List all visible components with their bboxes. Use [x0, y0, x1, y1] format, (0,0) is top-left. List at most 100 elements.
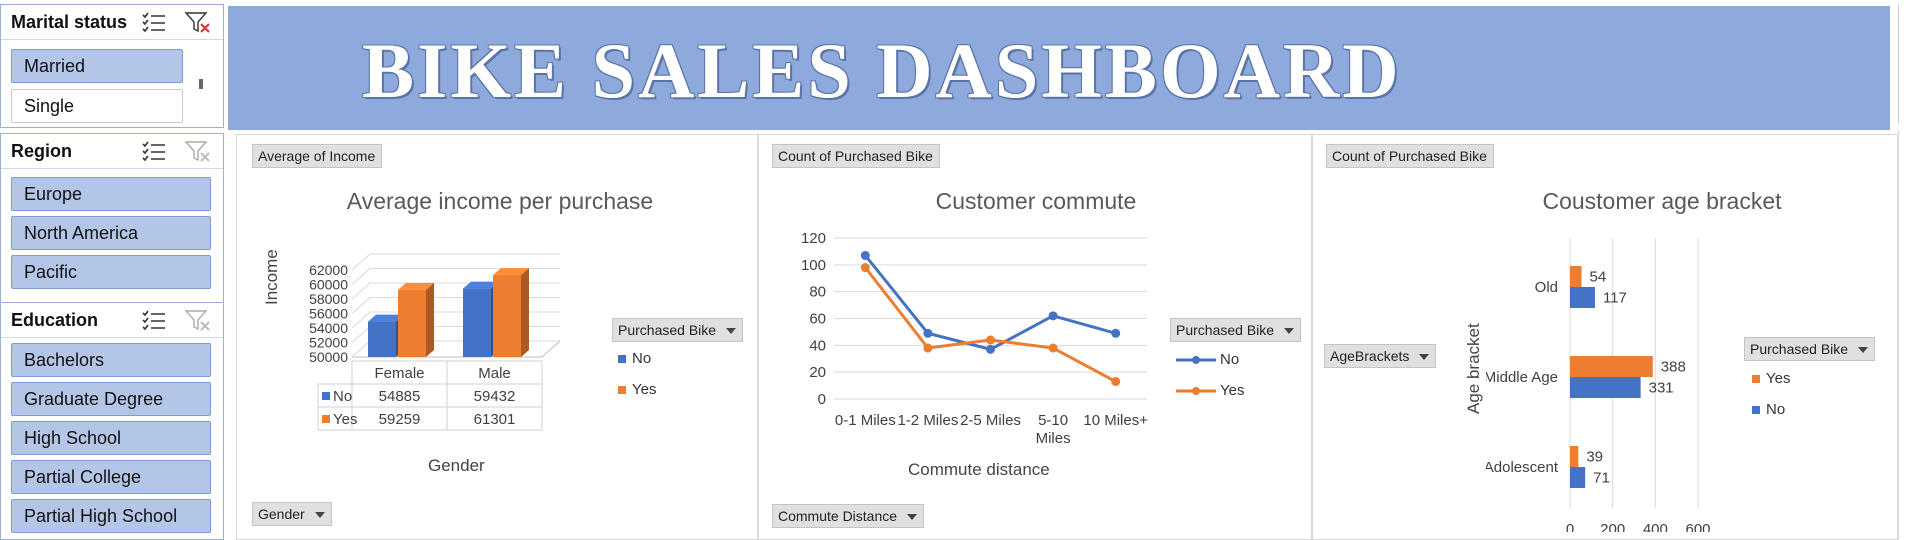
series-line-no — [864, 254, 1117, 351]
slicer-item-high-school[interactable]: High School — [11, 421, 211, 455]
right-scrollbar[interactable] — [1898, 4, 1909, 124]
gridline — [351, 297, 371, 314]
data-point-no — [860, 250, 870, 260]
y-tick-label: 56000 — [309, 306, 348, 322]
bar-side — [426, 282, 434, 357]
field-button-count-purchased[interactable]: Count of Purchased Bike — [772, 144, 940, 168]
y-tick-label: 60 — [809, 311, 826, 328]
dropdown-arrow-icon — [1419, 354, 1430, 361]
slicer-region: Region Europe North America Pacific — [0, 133, 224, 303]
field-button-count-purchased[interactable]: Count of Purchased Bike — [1326, 144, 1494, 168]
data-point-no — [1111, 328, 1121, 338]
y-tick-label: 52000 — [309, 335, 348, 351]
y-tick-label: Old — [1535, 279, 1558, 296]
field-button-average-income[interactable]: Average of Income — [252, 144, 383, 168]
dropdown-arrow-icon — [1858, 347, 1869, 354]
legend-item-no: No — [618, 350, 651, 367]
axis-button-label: Commute Distance — [778, 508, 898, 524]
gridline — [351, 268, 371, 285]
legend-swatch-yes-icon — [1752, 375, 1760, 383]
gridline — [351, 326, 371, 343]
data-label: 331 — [1649, 380, 1674, 397]
y-tick-label: 60000 — [309, 277, 348, 293]
chart-title: Average income per purchase — [346, 188, 654, 214]
chart-title: Coustomer age bracket — [1542, 188, 1782, 214]
data-label: 71 — [1593, 470, 1610, 487]
slicer-item-single[interactable]: Single — [11, 89, 183, 123]
y-tick-label: 120 — [801, 230, 826, 247]
axis-button-label: AgeBrackets — [1330, 348, 1410, 364]
table-header-cell: Male — [478, 365, 511, 382]
legend-button-purchased-bike[interactable]: Purchased Bike — [612, 318, 744, 342]
y-tick-label: 40 — [809, 337, 826, 354]
dashboard-banner: BIKE SALES DASHBOARD — [228, 6, 1890, 130]
y-tick-label: 20 — [809, 364, 826, 381]
data-label: 39 — [1586, 449, 1603, 466]
data-point-yes — [1111, 377, 1121, 387]
table-value-cell: 59259 — [379, 411, 421, 428]
legend-swatch-no-icon — [1752, 406, 1760, 414]
dashboard-title: BIKE SALES DASHBOARD — [362, 27, 1402, 114]
bar-yes-old — [1570, 266, 1582, 287]
clear-filter-icon[interactable] — [184, 11, 212, 35]
gridline — [351, 282, 371, 300]
slicer-item-europe[interactable]: Europe — [11, 177, 211, 211]
axis-button-commute-distance[interactable]: Commute Distance — [772, 504, 925, 528]
slicer-title: Region — [11, 141, 72, 161]
dropdown-arrow-icon — [907, 514, 918, 521]
legend-button-purchased-bike[interactable]: Purchased Bike — [1744, 337, 1876, 361]
slicer-header: Region — [1, 134, 223, 169]
y-axis-label: Income — [262, 249, 281, 305]
y-tick-label: Middle Age — [1486, 369, 1558, 386]
commute-line-chart: 0 20 40 60 80 100 120 0-1 Miles 1-2 Miles 2-5 Mil… — [801, 230, 1148, 447]
legend-button-label: Purchased Bike — [1750, 341, 1849, 357]
x-tick-label: 400 — [1643, 521, 1668, 532]
x-tick-label: 1-2 Miles — [897, 412, 958, 429]
table-legend-key-no — [322, 392, 330, 400]
multi-select-icon[interactable] — [141, 140, 167, 162]
legend-label: No — [632, 350, 652, 367]
slicer-item-pacific[interactable]: Pacific — [11, 255, 211, 289]
data-point-no — [986, 344, 995, 354]
clear-filter-icon[interactable] — [184, 309, 212, 333]
slicer-item-married[interactable]: Married — [11, 49, 183, 83]
legend-button-label: Purchased Bike — [618, 322, 717, 338]
legend-button-purchased-bike[interactable]: Purchased Bike — [1170, 318, 1302, 342]
multi-select-icon[interactable] — [141, 11, 167, 33]
legend-swatch-no-icon — [618, 355, 626, 363]
slicer-item-north-america[interactable]: North America — [11, 216, 211, 250]
y-tick-label: 0 — [818, 391, 826, 408]
legend-line-no-icon — [1176, 356, 1216, 365]
y-tick-label: 58000 — [309, 291, 348, 307]
multi-select-icon[interactable] — [141, 309, 167, 331]
x-axis-label: Commute distance — [908, 460, 1050, 479]
slicer-item-bachelors[interactable]: Bachelors — [11, 343, 211, 377]
slicer-header: Marital status — [1, 5, 223, 40]
slicer-scrollbar[interactable] — [199, 79, 203, 89]
x-tick-label: 2-5 Miles — [960, 412, 1021, 429]
slicer-item-partial-high-school[interactable]: Partial High School — [11, 499, 211, 533]
slicer-item-graduate-degree[interactable]: Graduate Degree — [11, 382, 211, 416]
bar-side — [521, 268, 529, 357]
y-tick-label: 80 — [809, 284, 826, 301]
clear-filter-icon[interactable] — [184, 140, 212, 164]
legend-item-no: No — [1752, 401, 1785, 418]
slicer-title: Marital status — [11, 12, 128, 32]
x-axis-line — [541, 340, 561, 358]
y-axis-label: Age bracket — [1464, 323, 1483, 414]
slicer-marital-status: Marital status Married Single — [0, 4, 224, 128]
dropdown-arrow-icon — [314, 512, 325, 519]
legend-label: Yes — [632, 381, 657, 398]
legend-item-yes: Yes — [1176, 382, 1244, 399]
axis-button-gender[interactable]: Gender — [252, 502, 332, 526]
table-value-cell: 59432 — [474, 388, 516, 405]
y-tick-label: Adolescent — [1486, 459, 1559, 476]
x-tick-label: 600 — [1685, 521, 1710, 532]
slicer-item-partial-college[interactable]: Partial College — [11, 460, 211, 494]
table-row-label: Yes — [333, 411, 357, 428]
y-tick-label: 62000 — [309, 262, 348, 278]
bar-yes-adolescent — [1570, 446, 1579, 467]
gridline — [351, 311, 371, 329]
axis-button-agebrackets[interactable]: AgeBrackets — [1324, 344, 1437, 368]
data-point-yes — [986, 335, 995, 345]
